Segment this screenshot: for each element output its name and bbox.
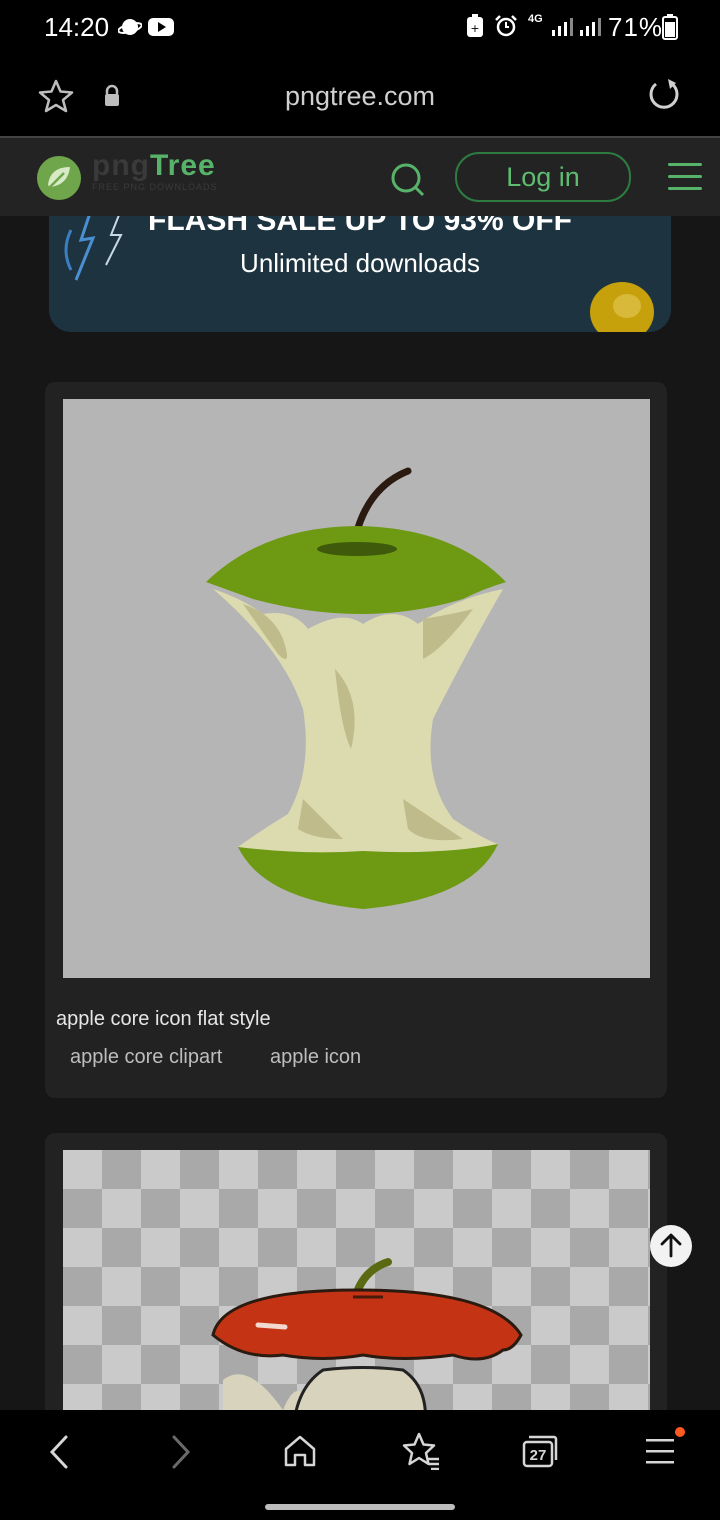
svg-text:+: +	[470, 22, 479, 35]
browser-address-bar: pngtree.com	[0, 56, 720, 138]
red-apple-core-illustration	[211, 1258, 523, 1440]
login-button[interactable]: Log in	[455, 152, 631, 202]
site-header: pngTree FREE PNG DOWNLOADS Log in	[0, 138, 720, 216]
battery-percent: 71%	[608, 12, 664, 42]
alarm-icon	[495, 15, 517, 37]
logo-subtitle: FREE PNG DOWNLOADS	[92, 182, 218, 192]
bookmarks-star-icon[interactable]	[401, 1432, 441, 1470]
logo-png-text: png	[92, 149, 150, 182]
result-card[interactable]	[45, 1133, 667, 1440]
status-bar: 14:20 + 4G 71%	[0, 0, 720, 56]
scroll-to-top-button[interactable]	[650, 1225, 692, 1267]
result-card[interactable]: apple core icon flat style apple core cl…	[45, 382, 667, 1098]
logo-tree-text: Tree	[149, 149, 216, 182]
tag-chip[interactable]: apple icon	[256, 1038, 376, 1076]
hamburger-menu-icon[interactable]	[668, 162, 704, 192]
status-time: 14:20	[44, 12, 110, 42]
tabs-count: 27	[529, 1447, 547, 1464]
battery-saver-icon: +	[467, 14, 483, 37]
gold-coin-icon	[590, 282, 654, 332]
reload-icon[interactable]	[646, 77, 682, 113]
result-caption[interactable]: apple core icon flat style	[56, 1008, 271, 1031]
gesture-home-bar[interactable]	[265, 1504, 455, 1510]
lightning-decoration-icon	[64, 210, 123, 281]
planet-notification-icon	[118, 19, 142, 35]
arrow-up-icon	[660, 1233, 682, 1258]
tabs-button[interactable]: 27	[520, 1434, 558, 1470]
apple-core-illustration	[206, 467, 506, 909]
red-apple-core-image[interactable]	[63, 1150, 650, 1440]
signal-icon-1	[552, 18, 573, 36]
apple-core-image[interactable]	[63, 399, 650, 978]
battery-icon	[662, 14, 678, 40]
pngtree-logo-icon[interactable]	[36, 155, 82, 201]
menu-notification-dot	[675, 1427, 685, 1437]
site-logo-text[interactable]: pngTree	[92, 149, 216, 183]
home-icon[interactable]	[283, 1434, 317, 1468]
url-text[interactable]: pngtree.com	[0, 81, 720, 112]
search-icon[interactable]	[390, 162, 426, 198]
tag-chip[interactable]: apple core clipart	[56, 1038, 237, 1076]
forward-arrow-icon[interactable]	[166, 1434, 196, 1470]
back-arrow-icon[interactable]	[44, 1434, 74, 1470]
signal-icon-2	[580, 18, 601, 36]
youtube-notification-icon	[148, 18, 174, 36]
menu-icon[interactable]	[644, 1436, 676, 1466]
network-type: 4G	[528, 13, 543, 25]
